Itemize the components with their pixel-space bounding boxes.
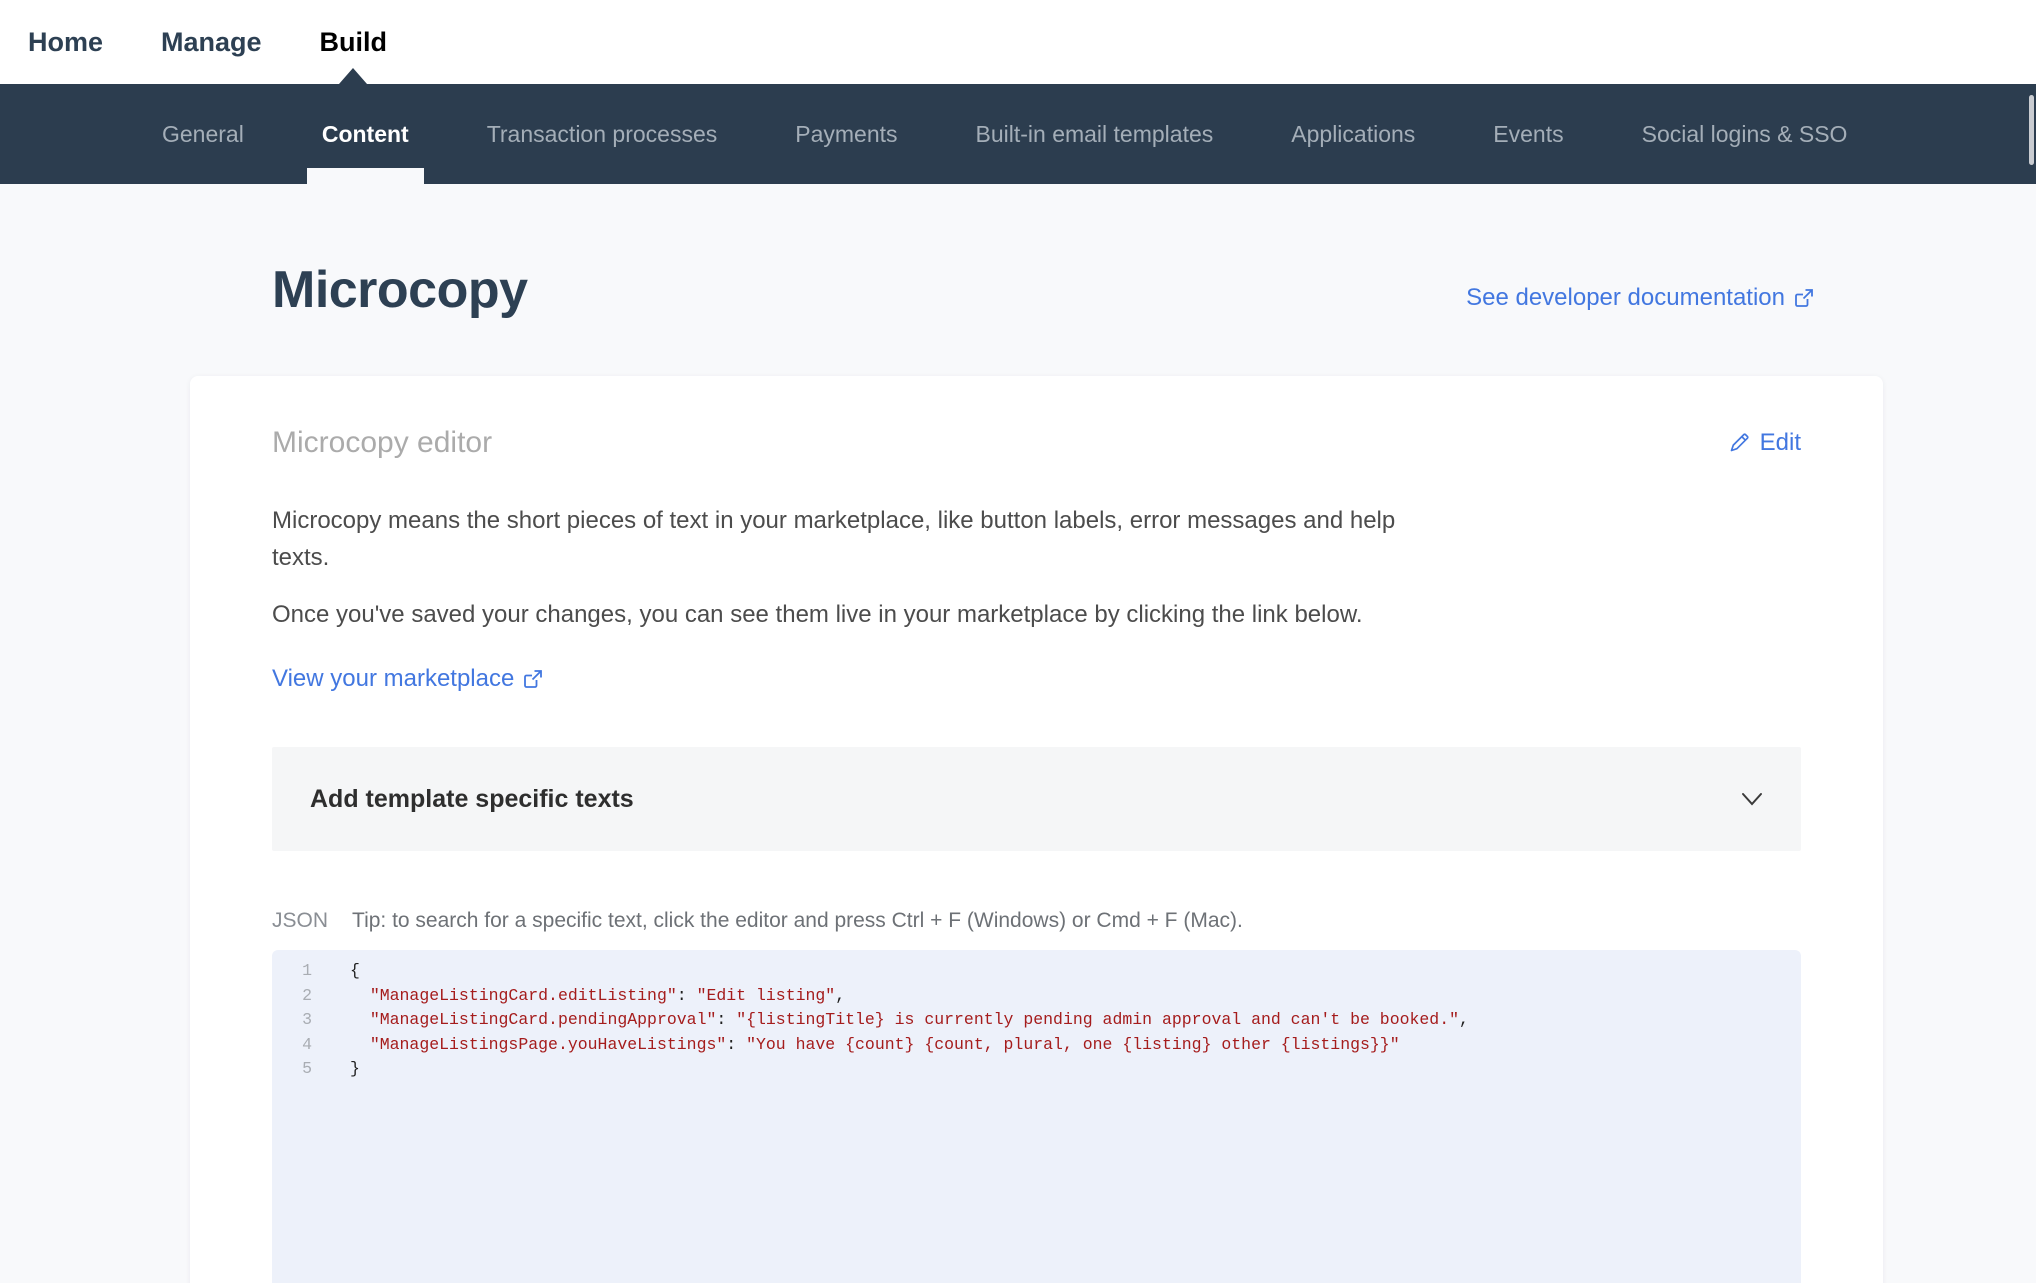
tab-payments[interactable]: Payments: [795, 84, 897, 184]
external-link-icon: [1794, 288, 1814, 308]
developer-documentation-link-label: See developer documentation: [1466, 284, 1785, 312]
section-title: Microcopy editor: [272, 426, 492, 460]
top-nav-manage-label: Manage: [161, 27, 262, 58]
format-label: JSON: [272, 909, 328, 933]
top-nav-home[interactable]: Home: [28, 0, 103, 84]
code-line: 5 }: [272, 1057, 1801, 1082]
code-line: 2 "ManageListingCard.editListing": "Edit…: [272, 984, 1801, 1009]
code-line: 4 "ManageListingsPage.youHaveListings": …: [272, 1033, 1801, 1058]
line-number: 3: [272, 1008, 312, 1033]
chevron-down-icon: [1741, 792, 1763, 806]
code-line: 1 {: [272, 959, 1801, 984]
tab-social-logins-sso[interactable]: Social logins & SSO: [1642, 84, 1848, 184]
page-title: Microcopy: [272, 260, 528, 320]
line-number: 4: [272, 1033, 312, 1058]
microcopy-editor-card: Microcopy editor Edit Microcopy means th…: [190, 376, 1883, 1283]
build-sub-navigation: General Content Transaction processes Pa…: [0, 84, 2036, 184]
add-template-texts-accordion[interactable]: Add template specific texts: [272, 747, 1801, 851]
tab-content[interactable]: Content: [322, 84, 409, 184]
external-link-icon: [523, 669, 543, 689]
editor-meta-row: JSON Tip: to search for a specific text,…: [272, 909, 1801, 933]
top-nav-manage[interactable]: Manage: [161, 0, 262, 84]
tab-general[interactable]: General: [162, 84, 244, 184]
tab-transaction-processes[interactable]: Transaction processes: [487, 84, 718, 184]
editor-tip: Tip: to search for a specific text, clic…: [352, 909, 1243, 933]
edit-button-label: Edit: [1760, 429, 1801, 457]
active-tab-pointer: [339, 68, 367, 84]
top-nav-build-label: Build: [320, 27, 388, 58]
view-marketplace-link[interactable]: View your marketplace: [272, 665, 543, 693]
tab-applications[interactable]: Applications: [1291, 84, 1415, 184]
scrollbar-thumb[interactable]: [2029, 95, 2034, 165]
accordion-label: Add template specific texts: [310, 785, 634, 814]
line-number: 1: [272, 959, 312, 984]
card-header: Microcopy editor Edit: [272, 426, 1801, 460]
edit-pencil-icon: [1727, 431, 1751, 455]
top-navigation: Home Manage Build: [0, 0, 2036, 84]
top-nav-home-label: Home: [28, 27, 103, 58]
top-nav-build[interactable]: Build: [320, 0, 388, 84]
line-number: 5: [272, 1057, 312, 1082]
tab-built-in-email-templates[interactable]: Built-in email templates: [976, 84, 1214, 184]
developer-documentation-link[interactable]: See developer documentation: [1466, 284, 1814, 312]
page-header: Microcopy See developer documentation: [0, 184, 2036, 320]
description-paragraph-1: Microcopy means the short pieces of text…: [272, 502, 1407, 576]
edit-button[interactable]: Edit: [1727, 429, 1801, 457]
description-paragraph-2: Once you've saved your changes, you can …: [272, 596, 1801, 633]
code-line: 3 "ManageListingCard.pendingApproval": "…: [272, 1008, 1801, 1033]
json-code-editor[interactable]: 1 { 2 "ManageListingCard.editListing": "…: [272, 950, 1801, 1283]
view-marketplace-link-label: View your marketplace: [272, 665, 514, 693]
line-number: 2: [272, 984, 312, 1009]
tab-events[interactable]: Events: [1493, 84, 1563, 184]
